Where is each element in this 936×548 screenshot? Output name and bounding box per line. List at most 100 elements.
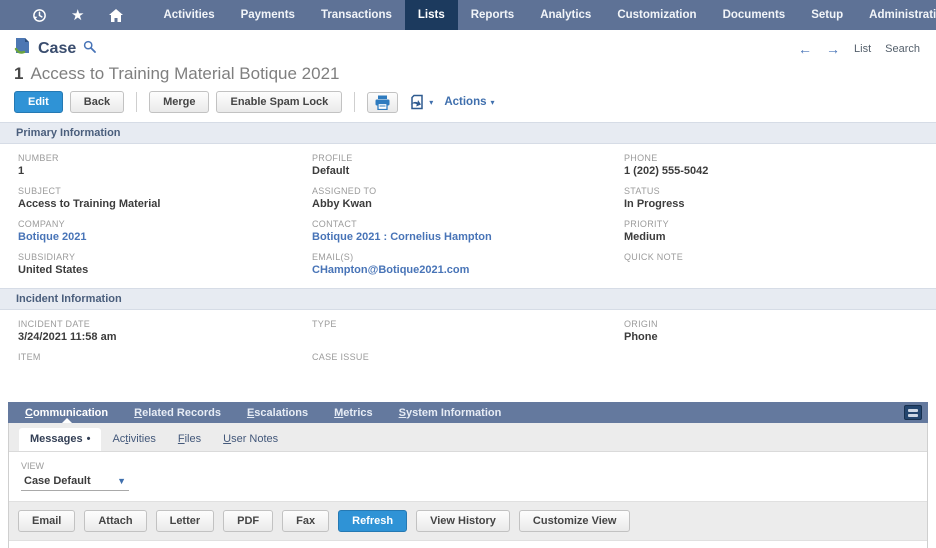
field-subject-value: Access to Training Material: [18, 198, 312, 210]
nav-item-analytics[interactable]: Analytics: [527, 0, 604, 30]
attach-button[interactable]: Attach: [84, 510, 146, 532]
col-number: #: [9, 541, 27, 548]
record-action-toolbar: Edit Back Merge Enable Spam Lock ▾ Actio…: [0, 86, 936, 122]
record-header-bar: Case ← → List Search: [0, 30, 936, 60]
field-type-value: [312, 331, 624, 343]
nav-item-customization[interactable]: Customization: [604, 0, 709, 30]
record-type-heading: Case: [14, 37, 96, 60]
chevron-down-icon: ▾: [490, 98, 494, 107]
sublist-button-bar: Email Attach Letter PDF Fax Refresh View…: [9, 501, 927, 541]
email-button[interactable]: Email: [18, 510, 75, 532]
actions-label: Actions: [444, 96, 486, 108]
view-dropdown[interactable]: Case Default ▼: [21, 471, 129, 491]
field-emails: EMAIL(S)CHampton@Botique2021.com: [312, 252, 624, 276]
field-case-issue: CASE ISSUE: [312, 352, 624, 376]
field-phone: PHONE1 (202) 555-5042: [624, 153, 936, 177]
field-contact: CONTACTBotique 2021 : Cornelius Hampton: [312, 219, 624, 243]
list-link[interactable]: List: [854, 43, 871, 55]
print-icon: [374, 95, 391, 110]
nav-item-documents[interactable]: Documents: [710, 0, 799, 30]
print-button[interactable]: [367, 92, 398, 113]
subtab-messages[interactable]: Messages•: [19, 428, 101, 451]
field-subject: SUBJECTAccess to Training Material: [18, 186, 312, 210]
nav-item-activities[interactable]: Activities: [150, 0, 227, 30]
collapse-tabs-icon[interactable]: [904, 405, 922, 420]
tab-metrics[interactable]: Metrics: [321, 402, 386, 423]
pdf-button[interactable]: PDF: [223, 510, 273, 532]
merge-button[interactable]: Merge: [149, 91, 209, 113]
field-incident-date: INCIDENT DATE3/24/2021 11:58 am: [18, 319, 312, 343]
nav-item-administration[interactable]: Administration & Controls: [856, 0, 936, 30]
col-view[interactable]: VIEW: [27, 541, 69, 548]
field-quick-note-value: [624, 264, 936, 276]
view-label: VIEW: [21, 461, 915, 471]
tab-system-information[interactable]: System Information: [386, 402, 515, 423]
tab-escalations[interactable]: Escalations: [234, 402, 321, 423]
contact-link[interactable]: Botique 2021 : Cornelius Hampton: [312, 231, 624, 243]
col-author[interactable]: AUTHOR: [149, 541, 237, 548]
search-link[interactable]: Search: [885, 43, 920, 55]
search-icon[interactable]: [83, 40, 96, 58]
field-priority-value: Medium: [624, 231, 936, 243]
field-phone-value: 1 (202) 555-5042: [624, 165, 936, 177]
field-empty: [624, 352, 936, 376]
col-primary-recipient[interactable]: PRIMARY RECIPIENT: [519, 541, 629, 548]
back-button[interactable]: Back: [70, 91, 124, 113]
record-title-text: Access to Training Material Botique 2021: [30, 64, 339, 83]
toolbar-divider: [354, 92, 355, 112]
history-icon[interactable]: [32, 8, 47, 23]
table-header-row: # VIEW DATE▾ AUTHOR MESSAGE EMAIL SENT P…: [9, 541, 927, 548]
primary-information-fields: NUMBER1 PROFILEDefault PHONE1 (202) 555-…: [0, 144, 936, 288]
sublist-tabs: Messages• Activities Files User Notes: [9, 423, 927, 452]
field-number-value: 1: [18, 165, 312, 177]
email-link[interactable]: CHampton@Botique2021.com: [312, 264, 624, 276]
back-arrow-icon[interactable]: ←: [798, 42, 812, 56]
subtab-files[interactable]: Files: [167, 428, 212, 451]
view-history-button[interactable]: View History: [416, 510, 510, 532]
customize-view-button[interactable]: Customize View: [519, 510, 631, 532]
col-message[interactable]: MESSAGE: [237, 541, 449, 548]
refresh-button[interactable]: Refresh: [338, 510, 407, 532]
col-files[interactable]: FILES: [659, 541, 703, 548]
col-internal-only[interactable]: INTERNAL ONLY: [785, 541, 869, 548]
actions-menu[interactable]: Actions ▾: [444, 96, 494, 108]
field-status-value: In Progress: [624, 198, 936, 210]
nav-item-transactions[interactable]: Transactions: [308, 0, 405, 30]
field-priority: PRIORITYMedium: [624, 219, 936, 243]
subtab-activities[interactable]: Activities: [101, 428, 166, 451]
letter-button[interactable]: Letter: [156, 510, 215, 532]
nav-item-setup[interactable]: Setup: [798, 0, 856, 30]
edit-button[interactable]: Edit: [14, 91, 63, 113]
chevron-down-icon: ▼: [117, 476, 126, 486]
tab-related-records[interactable]: Related Records: [121, 402, 234, 423]
col-attachments[interactable]: ATTACHMENTS: [703, 541, 785, 548]
view-selector-area: VIEW Case Default ▼: [9, 452, 927, 501]
col-cc[interactable]: CC: [629, 541, 659, 548]
field-origin-value: Phone: [624, 331, 936, 343]
nav-item-payments[interactable]: Payments: [228, 0, 308, 30]
nav-item-lists[interactable]: Lists: [405, 0, 458, 30]
enable-spam-lock-button[interactable]: Enable Spam Lock: [216, 91, 342, 113]
subtab-user-notes[interactable]: User Notes: [212, 428, 289, 451]
col-email-sent[interactable]: EMAIL SENT: [449, 541, 519, 548]
star-icon[interactable]: ★: [71, 6, 84, 24]
nav-icon-group: ★: [0, 0, 150, 30]
chevron-down-icon: ▾: [429, 98, 433, 107]
col-date[interactable]: DATE▾: [69, 541, 149, 548]
export-menu-button[interactable]: ▾: [405, 92, 437, 112]
incident-information-fields: INCIDENT DATE3/24/2021 11:58 am TYPE ORI…: [0, 310, 936, 392]
primary-information-header[interactable]: Primary Information: [0, 122, 936, 144]
record-number: 1: [14, 64, 23, 83]
company-link[interactable]: Botique 2021: [18, 231, 312, 243]
incident-information-header[interactable]: Incident Information: [0, 288, 936, 310]
nav-item-reports[interactable]: Reports: [458, 0, 527, 30]
record-nav-links: ← → List Search: [798, 42, 920, 56]
field-company: COMPANYBotique 2021: [18, 219, 312, 243]
home-icon[interactable]: [108, 8, 124, 23]
field-profile-value: Default: [312, 165, 624, 177]
forward-arrow-icon[interactable]: →: [826, 42, 840, 56]
fax-button[interactable]: Fax: [282, 510, 329, 532]
tab-communication[interactable]: Communication: [12, 402, 121, 423]
field-origin: ORIGINPhone: [624, 319, 936, 343]
top-navigation-bar: ★ Activities Payments Transactions Lists…: [0, 0, 936, 30]
